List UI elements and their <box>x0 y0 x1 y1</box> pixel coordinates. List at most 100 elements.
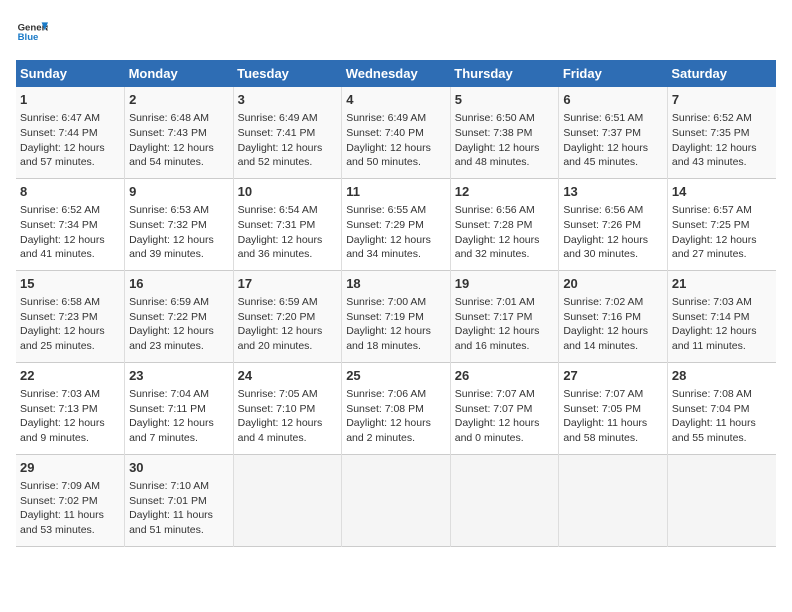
sunrise: Sunrise: 6:54 AM <box>238 204 318 216</box>
daylight-label: Daylight: 12 hours and 9 minutes. <box>20 417 105 444</box>
sunrise: Sunrise: 7:03 AM <box>672 296 752 308</box>
daylight-label: Daylight: 12 hours and 52 minutes. <box>238 142 323 169</box>
day-number: 12 <box>455 183 555 201</box>
daylight-label: Daylight: 12 hours and 45 minutes. <box>563 142 648 169</box>
day-number: 28 <box>672 367 772 385</box>
sunrise: Sunrise: 6:55 AM <box>346 204 426 216</box>
sunrise: Sunrise: 7:04 AM <box>129 388 209 400</box>
daylight-label: Daylight: 11 hours and 51 minutes. <box>129 509 213 536</box>
week-row-4: 22 Sunrise: 7:03 AM Sunset: 7:13 PM Dayligh… <box>16 362 776 454</box>
sunrise: Sunrise: 7:03 AM <box>20 388 100 400</box>
sunset: Sunset: 7:43 PM <box>129 127 207 139</box>
day-number: 1 <box>20 91 120 109</box>
sunset: Sunset: 7:17 PM <box>455 311 533 323</box>
sunset: Sunset: 7:02 PM <box>20 495 98 507</box>
calendar-cell: 8 Sunrise: 6:52 AM Sunset: 7:34 PM Daylight… <box>16 178 125 270</box>
day-number: 30 <box>129 459 229 477</box>
calendar-cell: 3Sunrise: 6:49 AMSunset: 7:41 PMDaylight… <box>233 87 342 178</box>
sunset: Sunset: 7:26 PM <box>563 219 641 231</box>
daylight-label: Daylight: 11 hours and 58 minutes. <box>563 417 647 444</box>
calendar-cell: 10Sunrise: 6:54 AMSunset: 7:31 PMDayligh… <box>233 178 342 270</box>
daylight-label: Daylight: 12 hours and 48 minutes. <box>455 142 540 169</box>
sunrise: Sunrise: 6:50 AM <box>455 112 535 124</box>
week-row-2: 8 Sunrise: 6:52 AM Sunset: 7:34 PM Daylight… <box>16 178 776 270</box>
sunset: Sunset: 7:20 PM <box>238 311 316 323</box>
sunset: Sunset: 7:16 PM <box>563 311 641 323</box>
sunrise: Sunrise: 7:07 AM <box>455 388 535 400</box>
sunrise: Sunrise: 7:01 AM <box>455 296 535 308</box>
sunset: Sunset: 7:05 PM <box>563 403 641 415</box>
calendar-cell: 5Sunrise: 6:50 AMSunset: 7:38 PMDaylight… <box>450 87 559 178</box>
sunrise: Sunrise: 7:00 AM <box>346 296 426 308</box>
day-number: 20 <box>563 275 663 293</box>
sunset: Sunset: 7:19 PM <box>346 311 424 323</box>
sunrise: Sunrise: 7:02 AM <box>563 296 643 308</box>
sunset: Sunset: 7:13 PM <box>20 403 98 415</box>
day-number: 6 <box>563 91 663 109</box>
sunset: Sunset: 7:40 PM <box>346 127 424 139</box>
daylight-label: Daylight: 12 hours and 34 minutes. <box>346 234 431 261</box>
sunrise: Sunrise: 6:56 AM <box>455 204 535 216</box>
calendar-cell: 22 Sunrise: 7:03 AM Sunset: 7:13 PM Dayligh… <box>16 362 125 454</box>
daylight-label: Daylight: 12 hours and 25 minutes. <box>20 325 105 352</box>
calendar-cell <box>450 454 559 546</box>
sunset: Sunset: 7:34 PM <box>20 219 98 231</box>
calendar-cell: 25Sunrise: 7:06 AMSunset: 7:08 PMDayligh… <box>342 362 451 454</box>
calendar-cell: 23Sunrise: 7:04 AMSunset: 7:11 PMDayligh… <box>125 362 234 454</box>
sunset: Sunset: 7:37 PM <box>563 127 641 139</box>
day-number: 26 <box>455 367 555 385</box>
sunset: Sunset: 7:08 PM <box>346 403 424 415</box>
daylight-label: Daylight: 12 hours and 43 minutes. <box>672 142 757 169</box>
day-number: 24 <box>238 367 338 385</box>
daylight-label: Daylight: 12 hours and 57 minutes. <box>20 142 105 169</box>
day-number: 3 <box>238 91 338 109</box>
calendar-cell: 4Sunrise: 6:49 AMSunset: 7:40 PMDaylight… <box>342 87 451 178</box>
sunset: Sunset: 7:44 PM <box>20 127 98 139</box>
day-number: 15 <box>20 275 120 293</box>
calendar-cell: 7Sunrise: 6:52 AMSunset: 7:35 PMDaylight… <box>667 87 776 178</box>
day-number: 16 <box>129 275 229 293</box>
calendar-cell: 29Sunrise: 7:09 AMSunset: 7:02 PMDayligh… <box>16 454 125 546</box>
daylight-label: Daylight: 12 hours and 11 minutes. <box>672 325 757 352</box>
sunset: Sunset: 7:23 PM <box>20 311 98 323</box>
day-number: 18 <box>346 275 446 293</box>
day-header-sunday: Sunday <box>16 60 125 87</box>
sunset: Sunset: 7:35 PM <box>672 127 750 139</box>
daylight-label: Daylight: 12 hours and 41 minutes. <box>20 234 105 261</box>
sunrise: Sunrise: 6:52 AM <box>20 204 100 216</box>
sunrise: Sunrise: 6:52 AM <box>672 112 752 124</box>
calendar-cell <box>233 454 342 546</box>
logo: General Blue <box>16 16 48 48</box>
daylight-label: Daylight: 12 hours and 54 minutes. <box>129 142 214 169</box>
day-header-tuesday: Tuesday <box>233 60 342 87</box>
day-number: 22 <box>20 367 120 385</box>
week-row-5: 29 Sunrise: 7:09 AM Sunset: 7:02 PM Dayligh… <box>16 454 776 546</box>
sunrise: Sunrise: 7:05 AM <box>238 388 318 400</box>
day-number: 19 <box>455 275 555 293</box>
calendar-cell <box>559 454 668 546</box>
sunrise: Sunrise: 6:47 AM <box>20 112 100 124</box>
page-header: General Blue <box>16 16 776 48</box>
daylight-label: Daylight: 12 hours and 18 minutes. <box>346 325 431 352</box>
calendar-cell <box>667 454 776 546</box>
daylight-label: Daylight: 12 hours and 30 minutes. <box>563 234 648 261</box>
day-number: 17 <box>238 275 338 293</box>
sunrise: Sunrise: 7:07 AM <box>563 388 643 400</box>
calendar-cell: 12Sunrise: 6:56 AMSunset: 7:28 PMDayligh… <box>450 178 559 270</box>
daylight-label: Daylight: 12 hours and 50 minutes. <box>346 142 431 169</box>
sunrise: Sunrise: 6:56 AM <box>563 204 643 216</box>
calendar-cell: 20Sunrise: 7:02 AMSunset: 7:16 PMDayligh… <box>559 270 668 362</box>
day-number: 13 <box>563 183 663 201</box>
daylight-label: Daylight: 12 hours and 39 minutes. <box>129 234 214 261</box>
sunrise: Sunrise: 7:09 AM <box>20 480 100 492</box>
day-number: 8 <box>20 183 120 201</box>
sunrise: Sunrise: 6:53 AM <box>129 204 209 216</box>
day-header-wednesday: Wednesday <box>342 60 451 87</box>
day-header-friday: Friday <box>559 60 668 87</box>
day-number: 29 <box>20 459 120 477</box>
calendar-cell: 27Sunrise: 7:07 AMSunset: 7:05 PMDayligh… <box>559 362 668 454</box>
calendar-cell: 19Sunrise: 7:01 AMSunset: 7:17 PMDayligh… <box>450 270 559 362</box>
day-number: 25 <box>346 367 446 385</box>
day-number: 9 <box>129 183 229 201</box>
calendar-cell: 16Sunrise: 6:59 AMSunset: 7:22 PMDayligh… <box>125 270 234 362</box>
